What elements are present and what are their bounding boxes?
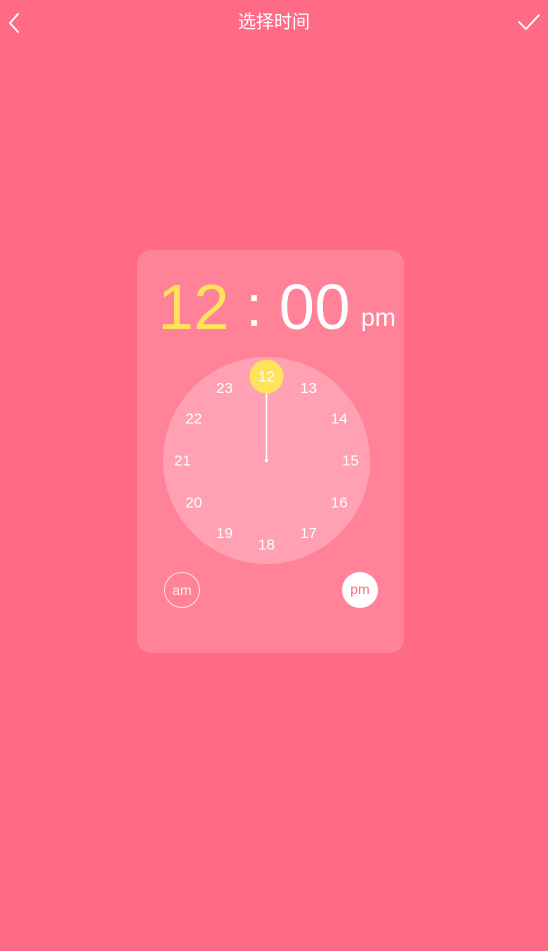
check-icon: [518, 14, 540, 30]
clock-number-20[interactable]: 20: [185, 495, 202, 512]
am-button[interactable]: am: [164, 572, 200, 608]
clock-center-dot: [264, 458, 269, 463]
clock-number-14[interactable]: 14: [331, 411, 348, 428]
hour-value[interactable]: 12: [158, 272, 229, 342]
minute-value[interactable]: 00: [279, 272, 350, 342]
clock-number-22[interactable]: 22: [185, 411, 202, 428]
top-bar: 选择时间: [0, 0, 548, 46]
confirm-button[interactable]: [516, 11, 542, 33]
clock-number-15[interactable]: 15: [342, 453, 359, 470]
clock-dial[interactable]: 12 13 14 15 16 17 18 19 20 21 22 23: [163, 357, 370, 564]
time-display: 12 : 00 pm: [0, 272, 548, 342]
clock-number-12[interactable]: 12: [258, 369, 275, 386]
time-separator: :: [246, 274, 263, 339]
clock-number-13[interactable]: 13: [300, 380, 317, 397]
clock-face: 12 13 14 15 16 17 18 19 20 21 22 23: [163, 357, 370, 564]
pm-button[interactable]: pm: [342, 572, 378, 608]
clock-number-17[interactable]: 17: [300, 525, 317, 542]
clock-number-16[interactable]: 16: [331, 495, 348, 512]
clock-number-21[interactable]: 21: [174, 453, 191, 470]
clock-number-19[interactable]: 19: [216, 525, 233, 542]
page-title: 选择时间: [238, 12, 310, 33]
clock-number-23[interactable]: 23: [216, 380, 233, 397]
meridiem-label: pm: [361, 304, 396, 332]
clock-number-18[interactable]: 18: [258, 537, 275, 554]
